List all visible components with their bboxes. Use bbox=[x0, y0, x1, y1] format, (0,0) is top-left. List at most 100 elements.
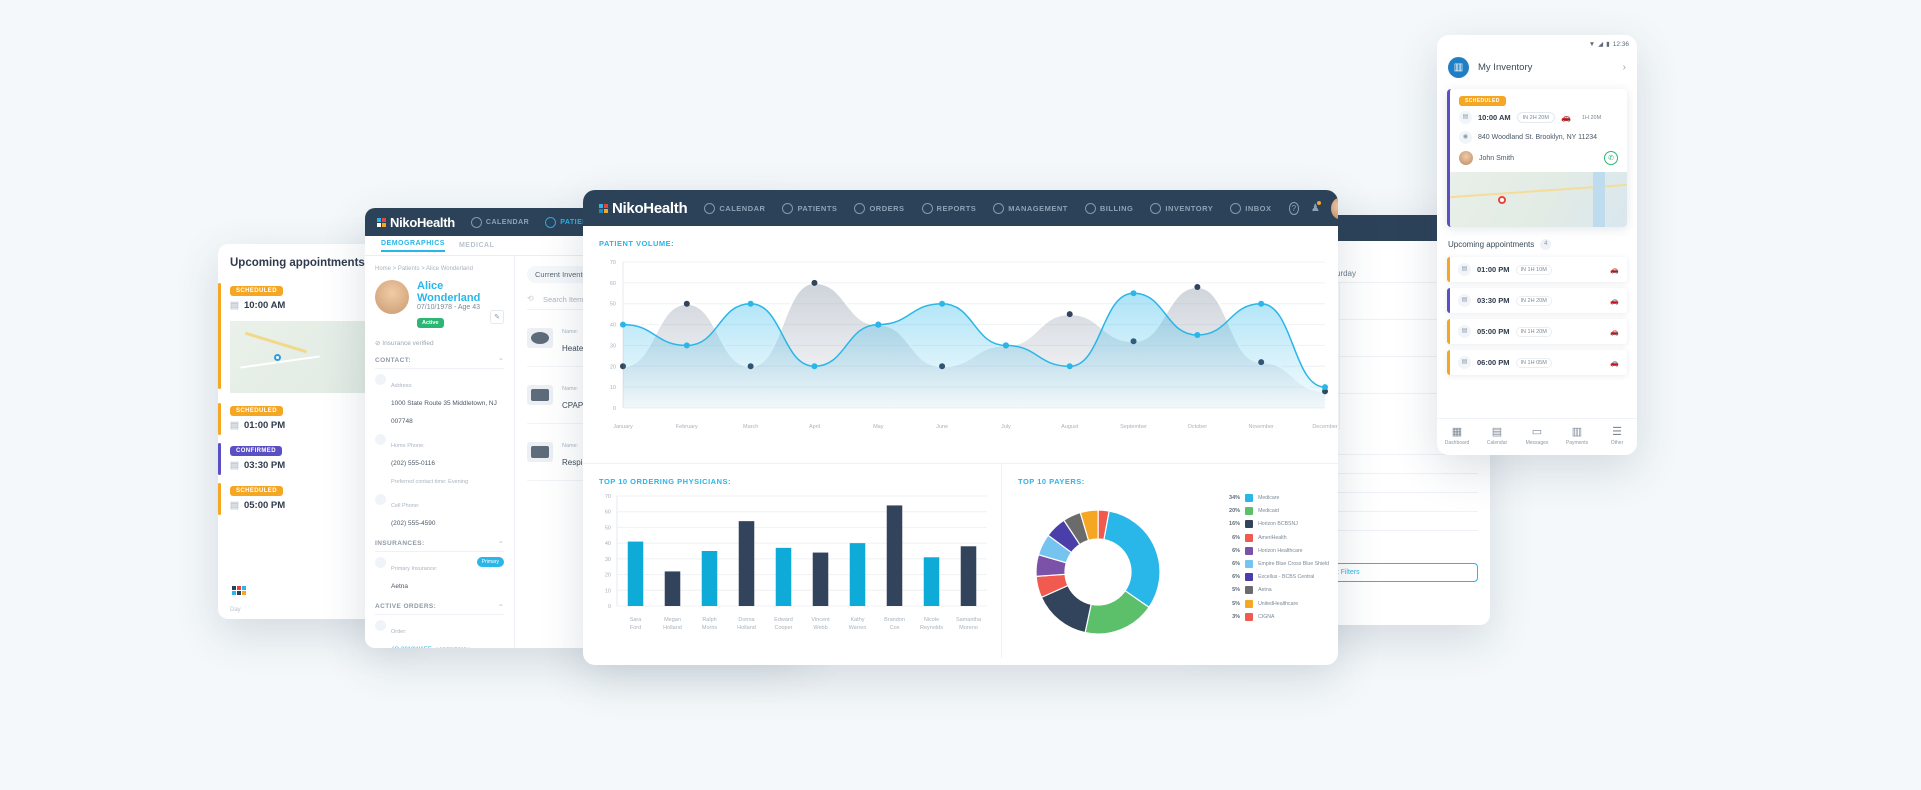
svg-text:February: February bbox=[676, 424, 698, 430]
phone-appointment-row[interactable]: ▤ 05:00 PM IN 1H 20M 🚗 bbox=[1447, 319, 1627, 344]
legend-item: 20% Medicaid bbox=[1223, 507, 1329, 516]
legend-item: 6% Horizon Healthcare bbox=[1223, 546, 1329, 555]
reports-icon bbox=[921, 202, 933, 214]
top-payers-panel: TOP 10 PAYERS: 34% Medicare 20% Medicaid 16%… bbox=[1002, 464, 1338, 658]
contact-section-header: CONTACT: ⌃ bbox=[375, 357, 504, 369]
eta-pill: IN 1H 10M bbox=[1515, 264, 1552, 275]
product-thumbnail bbox=[527, 328, 553, 348]
patient-avatar bbox=[375, 280, 409, 314]
tab-demographics[interactable]: DEMOGRAPHICS bbox=[381, 240, 445, 252]
legend-label: Excellus - BCBS Central bbox=[1258, 574, 1315, 581]
avatar[interactable] bbox=[1331, 197, 1338, 219]
svg-text:Moreno: Moreno bbox=[959, 625, 978, 631]
nav-item-management[interactable]: MANAGEMENT bbox=[993, 202, 1068, 214]
orders-icon bbox=[854, 202, 866, 214]
legend-percent: 5% bbox=[1232, 587, 1241, 594]
nav-item-reports[interactable]: REPORTS bbox=[921, 202, 977, 214]
patient-volume-chart: 70 60 50 40 30 20 10 0 January February March April… bbox=[610, 260, 1338, 430]
car-icon: 🚗 bbox=[1560, 113, 1571, 122]
svg-text:20: 20 bbox=[605, 573, 611, 579]
svg-text:10: 10 bbox=[605, 588, 611, 594]
appointment-time: 05:00 PM bbox=[1477, 327, 1510, 336]
appointment-time: 01:00 PM bbox=[1477, 265, 1510, 274]
chevron-right-icon[interactable]: › bbox=[1623, 62, 1626, 73]
phone-header[interactable]: ▥ My Inventory › bbox=[1437, 50, 1637, 89]
phone-appointment-row[interactable]: ▤ 06:00 PM IN 1H 05M 🚗 bbox=[1447, 350, 1627, 375]
eta-pill: IN 2H 20M bbox=[1515, 295, 1552, 306]
legend-item: 6% AmeriHealth bbox=[1223, 533, 1329, 542]
legend-swatch bbox=[1245, 599, 1254, 608]
svg-text:60: 60 bbox=[605, 510, 611, 516]
tab-other[interactable]: ☰ Other bbox=[1597, 426, 1637, 446]
svg-text:Donna: Donna bbox=[738, 617, 755, 623]
edit-pencil-icon[interactable]: ✎ bbox=[490, 310, 504, 324]
appointment-time: 06:00 PM bbox=[1477, 358, 1510, 367]
primary-insurance-field: Primary Insurance: Primary Aetna bbox=[375, 557, 504, 593]
svg-text:Warren: Warren bbox=[849, 625, 867, 631]
legend-swatch bbox=[1245, 533, 1254, 542]
nav-item-patients[interactable]: PATIENTS bbox=[782, 202, 837, 214]
tab-calendar[interactable]: ▤ Calendar bbox=[1477, 426, 1517, 446]
insurance-verified-note: ⊘ Insurance verified bbox=[375, 340, 434, 347]
order-row[interactable]: Order: #O-0010WAEE | 12/23/2019 | DR. MA… bbox=[375, 620, 504, 648]
svg-text:10: 10 bbox=[610, 385, 616, 391]
tab-payments[interactable]: ▥ Payments bbox=[1557, 426, 1597, 446]
upcoming-count-badge: 4 bbox=[1540, 239, 1552, 250]
legend-percent: 16% bbox=[1229, 521, 1241, 528]
svg-text:30: 30 bbox=[605, 557, 611, 563]
car-icon: 🚗 bbox=[1610, 359, 1619, 367]
legend-item: 6% Excellus - BCBS Central bbox=[1223, 573, 1329, 582]
app-logo[interactable]: NikoHealth bbox=[377, 215, 455, 230]
calendar-icon bbox=[470, 216, 482, 228]
svg-text:April: April bbox=[809, 424, 820, 430]
svg-text:70: 70 bbox=[610, 260, 616, 266]
location-pin-icon: ◉ bbox=[1459, 131, 1472, 144]
svg-text:30: 30 bbox=[610, 343, 616, 349]
calendar-icon: ▤ bbox=[1458, 325, 1471, 338]
drive-time: 1H 20M bbox=[1581, 114, 1602, 121]
app-logo[interactable]: NikoHealth bbox=[599, 200, 688, 217]
phone-appointment-row[interactable]: ▤ 01:00 PM IN 1H 10M 🚗 bbox=[1447, 257, 1627, 282]
legend-percent: 6% bbox=[1232, 534, 1241, 541]
nav-item-inventory[interactable]: INVENTORY bbox=[1150, 202, 1213, 214]
eta-pill: IN 1H 05M bbox=[1515, 357, 1552, 368]
tab-medical[interactable]: MEDICAL bbox=[459, 242, 494, 249]
current-appointment-card[interactable]: SCHEDULED ▤ 10:00 AM IN 2H 20M 🚗 1H 20M … bbox=[1447, 89, 1627, 227]
svg-text:70: 70 bbox=[605, 494, 611, 500]
svg-text:May: May bbox=[873, 424, 884, 430]
car-icon: 🚗 bbox=[1610, 266, 1619, 274]
top-payers-title: TOP 10 PAYERS: bbox=[1018, 477, 1085, 486]
svg-text:November: November bbox=[1248, 424, 1274, 430]
eta-pill: IN 1H 20M bbox=[1515, 326, 1552, 337]
legend-item: 5% UnitedHealthcare bbox=[1223, 599, 1329, 608]
dashboard-icon: ▦ bbox=[1451, 425, 1463, 438]
legend-percent: 20% bbox=[1229, 508, 1241, 515]
car-icon: 🚗 bbox=[1610, 297, 1619, 305]
legend-label: Medicare bbox=[1258, 495, 1280, 501]
nav-item-calendar[interactable]: CALENDAR bbox=[704, 202, 765, 214]
phone-appointment-row[interactable]: ▤ 03:30 PM IN 2H 20M 🚗 bbox=[1447, 288, 1627, 313]
legend-percent: 5% bbox=[1232, 600, 1241, 607]
phone-call-icon[interactable]: ✆ bbox=[1604, 151, 1618, 165]
tab-dashboard[interactable]: ▦ Dashboard bbox=[1437, 426, 1477, 446]
status-badge: SCHEDULED bbox=[230, 406, 283, 416]
phone-icon bbox=[375, 434, 386, 445]
calendar-icon: ▤ bbox=[1458, 294, 1471, 307]
nav-item-calendar[interactable]: CALENDAR bbox=[470, 216, 529, 228]
svg-text:60: 60 bbox=[610, 281, 616, 287]
upcoming-appointments-title-row: Upcoming appointments 4 bbox=[1437, 227, 1637, 257]
nav-item-billing[interactable]: BILLING bbox=[1084, 202, 1134, 214]
order-icon bbox=[375, 620, 386, 631]
help-icon[interactable]: ? bbox=[1288, 201, 1300, 215]
legend-swatch bbox=[1245, 546, 1254, 555]
notification-bell-icon[interactable]: ♟ bbox=[1310, 200, 1322, 215]
svg-text:Edward: Edward bbox=[774, 617, 793, 623]
svg-text:Brandon: Brandon bbox=[884, 617, 905, 623]
appointment-map[interactable] bbox=[1450, 172, 1627, 227]
nav-item-inbox[interactable]: INBOX bbox=[1230, 202, 1271, 214]
top-physicians-chart: 70 60 50 40 30 20 10 0 Sara Ford Megan Holland Ralph… bbox=[605, 494, 987, 631]
car-icon: 🚗 bbox=[1610, 328, 1619, 336]
nav-item-orders[interactable]: ORDERS bbox=[854, 202, 904, 214]
product-thumbnail bbox=[527, 442, 553, 462]
tab-messages[interactable]: ▭ Messages bbox=[1517, 426, 1557, 446]
